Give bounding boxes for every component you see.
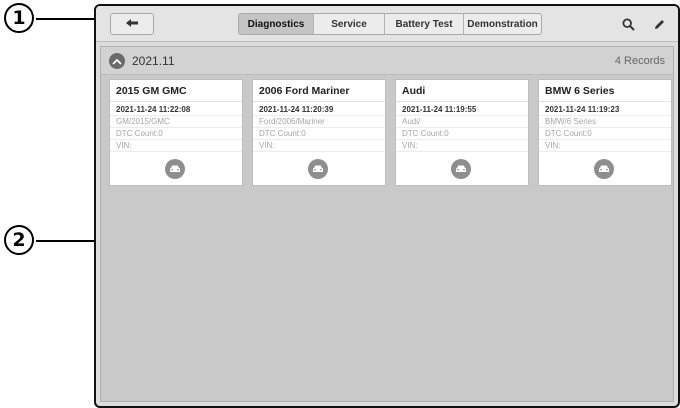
record-card[interactable]: BMW 6 Series 2021-11-24 11:19:23 BMW/6 S… — [538, 79, 672, 186]
top-toolbar: Diagnostics Service Battery Test Demonst… — [96, 6, 678, 42]
car-report-icon[interactable] — [594, 159, 614, 179]
record-count: 4 Records — [614, 55, 665, 67]
record-card[interactable]: Audi 2021-11-24 11:19:55 Audi/ DTC Count… — [395, 79, 529, 186]
back-arrow-icon — [125, 15, 139, 33]
vehicle-path: GM/2015/GMC — [110, 116, 242, 128]
back-button[interactable] — [110, 13, 154, 35]
callout-1: 1 — [4, 3, 34, 33]
record-timestamp: 2021-11-24 11:19:23 — [539, 102, 671, 116]
records-panel: 2021.11 4 Records 2015 GM GMC 2021-11-24… — [100, 46, 674, 402]
month-group-header[interactable]: 2021.11 4 Records — [101, 47, 673, 75]
vehicle-title: Audi — [396, 80, 528, 102]
callout-2: 2 — [4, 225, 34, 255]
record-timestamp: 2021-11-24 11:20:39 — [253, 102, 385, 116]
vin-label: VIN: — [396, 140, 528, 152]
car-report-icon[interactable] — [165, 159, 185, 179]
group-date-label: 2021.11 — [132, 54, 175, 68]
record-card[interactable]: 2015 GM GMC 2021-11-24 11:22:08 GM/2015/… — [109, 79, 243, 186]
car-report-icon[interactable] — [451, 159, 471, 179]
chevron-up-icon — [112, 52, 122, 70]
function-tabs: Diagnostics Service Battery Test Demonst… — [238, 13, 542, 35]
dtc-count: DTC Count:0 — [539, 128, 671, 140]
record-timestamp: 2021-11-24 11:22:08 — [110, 102, 242, 116]
device-screen: Diagnostics Service Battery Test Demonst… — [94, 4, 680, 408]
record-timestamp: 2021-11-24 11:19:55 — [396, 102, 528, 116]
vehicle-path: BMW/6 Series — [539, 116, 671, 128]
vin-label: VIN: — [110, 140, 242, 152]
vin-label: VIN: — [253, 140, 385, 152]
tab-battery-test[interactable]: Battery Test — [385, 14, 464, 34]
edit-pencil-icon[interactable] — [651, 16, 667, 32]
dtc-count: DTC Count:0 — [396, 128, 528, 140]
vehicle-path: Audi/ — [396, 116, 528, 128]
callout-1-leader — [36, 18, 96, 20]
callout-2-leader — [36, 240, 98, 242]
record-card[interactable]: 2006 Ford Mariner 2021-11-24 11:20:39 Fo… — [252, 79, 386, 186]
dtc-count: DTC Count:0 — [253, 128, 385, 140]
dtc-count: DTC Count:0 — [110, 128, 242, 140]
vehicle-title: BMW 6 Series — [539, 80, 671, 102]
car-report-icon[interactable] — [308, 159, 328, 179]
vin-label: VIN: — [539, 140, 671, 152]
vehicle-title: 2015 GM GMC — [110, 80, 242, 102]
tab-service[interactable]: Service — [314, 14, 385, 34]
tab-demonstration[interactable]: Demonstration — [464, 14, 541, 34]
collapse-button[interactable] — [109, 53, 125, 69]
search-icon[interactable] — [620, 16, 636, 32]
tab-diagnostics[interactable]: Diagnostics — [239, 14, 314, 34]
vehicle-title: 2006 Ford Mariner — [253, 80, 385, 102]
vehicle-path: Ford/2006/Mariner — [253, 116, 385, 128]
record-cards: 2015 GM GMC 2021-11-24 11:22:08 GM/2015/… — [109, 79, 672, 186]
